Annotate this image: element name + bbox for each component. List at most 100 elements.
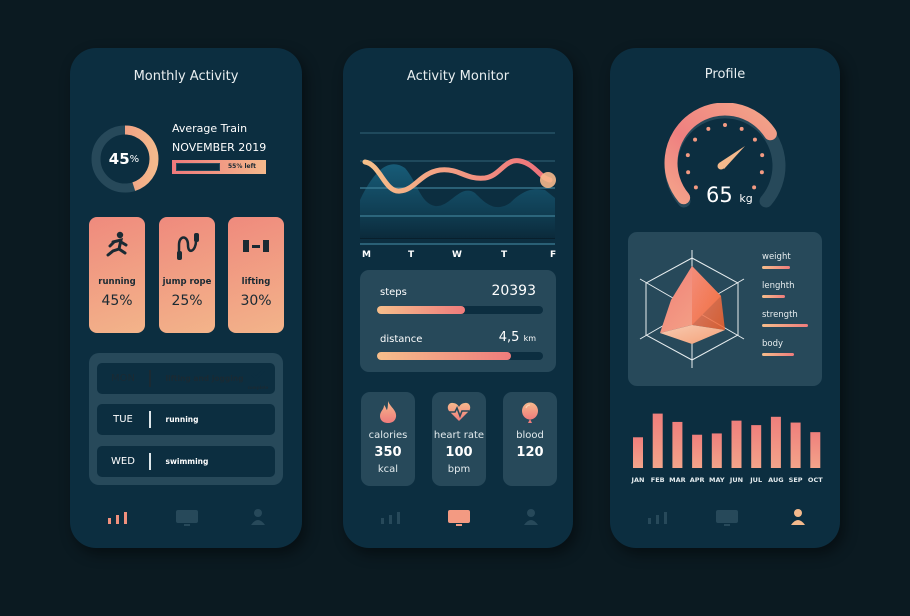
schedule-row-tue[interactable]: TUE running <box>97 404 275 435</box>
legend-bar <box>762 324 808 327</box>
stat-unit: bpm <box>447 464 471 475</box>
gauge-tick <box>752 137 757 142</box>
stat-label: blood <box>516 430 544 441</box>
stat-value: 350 <box>374 445 402 460</box>
user-icon <box>524 509 538 525</box>
x-tick-label: JAN <box>631 476 645 484</box>
gauge-tick <box>686 170 691 175</box>
nav-stats-button[interactable] <box>380 508 402 528</box>
distance-value: 4,5 km <box>498 330 536 345</box>
average-progress-fill <box>176 163 220 171</box>
stat-heart-rate[interactable]: heart rate 100 bpm <box>432 392 486 486</box>
stat-label: calories <box>368 430 408 441</box>
bar-mar <box>672 421 683 468</box>
x-tick-label: JUL <box>749 476 762 484</box>
blood-drop-icon <box>522 402 538 423</box>
steps-label: steps <box>380 287 407 298</box>
x-tick-label: JUN <box>729 476 743 484</box>
tile-lifting[interactable]: lifting 30% <box>228 217 284 333</box>
schedule-activity: running <box>165 415 199 424</box>
average-period: NOVEMBER 2019 <box>172 141 267 154</box>
gauge-tick <box>706 126 711 131</box>
page-title: Monthly Activity <box>133 69 239 84</box>
tile-jump-rope[interactable]: jump rope 25% <box>159 217 215 333</box>
bar-oct <box>810 432 821 468</box>
profile-screen: Profile 65 kg weight lenghth strength body … <box>610 48 840 548</box>
tile-running[interactable]: running 45% <box>89 217 145 333</box>
nav-profile-button[interactable] <box>250 508 266 528</box>
legend-bar <box>762 266 790 269</box>
x-tick-label: MAY <box>709 476 725 484</box>
area-series <box>360 164 555 238</box>
checkmark-icon <box>250 368 266 381</box>
legend-label: body <box>762 339 784 349</box>
page-title: Profile <box>704 67 746 82</box>
radar-area-right <box>692 266 725 330</box>
running-icon <box>89 231 145 261</box>
monthly-activity-screen: Monthly Activity 45% Average Train NOVEM… <box>70 48 302 548</box>
x-tick-label: F <box>550 250 557 260</box>
stat-blood[interactable]: blood 120 <box>503 392 557 486</box>
distance-progress-bar <box>377 352 543 360</box>
x-axis-labels: M T W T F <box>360 250 560 262</box>
monitor-icon <box>176 510 198 526</box>
bar-jun <box>731 420 742 468</box>
gauge-tick <box>723 123 727 127</box>
stat-calories[interactable]: calories 350 kcal <box>361 392 415 486</box>
radar-legend-item: body <box>762 339 818 356</box>
bar-chart-icon <box>648 512 667 524</box>
stat-value: 120 <box>516 445 544 460</box>
legend-label: weight <box>762 252 791 262</box>
x-tick-label: T <box>408 250 415 260</box>
schedule-row-mon[interactable]: MON lifting and jogging complete <box>97 363 275 394</box>
schedule-day: WED <box>111 456 135 467</box>
nav-monitor-button[interactable] <box>716 508 738 528</box>
divider <box>149 370 151 387</box>
x-tick-label: OCT <box>808 476 823 484</box>
schedule-day: MON <box>111 373 135 384</box>
divider <box>149 411 151 428</box>
heart-rate-icon <box>447 402 471 421</box>
schedule-activity: lifting and jogging <box>165 374 244 383</box>
page-title: Activity Monitor <box>406 69 510 84</box>
x-tick-label: APR <box>690 476 705 484</box>
stat-value: 100 <box>445 445 473 460</box>
gauge-tick <box>693 137 698 142</box>
x-tick-label: W <box>452 250 462 260</box>
nav-monitor-button[interactable] <box>448 508 470 528</box>
nav-stats-button[interactable] <box>647 508 669 528</box>
tile-value: 25% <box>171 293 203 309</box>
radar-legend-item: weight <box>762 252 818 269</box>
gauge-tick <box>760 153 765 158</box>
gauge-tick <box>759 170 764 175</box>
bar-chart-icon <box>381 512 400 524</box>
bottom-nav <box>70 508 302 528</box>
radar-legend-item: lenghth <box>762 281 818 298</box>
nav-stats-button[interactable] <box>107 508 129 528</box>
nav-monitor-button[interactable] <box>176 508 198 528</box>
activity-line-chart <box>360 132 556 245</box>
complete-badge: complete <box>247 366 269 390</box>
tile-value: 45% <box>101 293 133 309</box>
monitor-icon <box>448 510 470 526</box>
bottom-nav <box>610 508 840 528</box>
schedule-activity: swimming <box>165 457 209 466</box>
gauge-tick <box>693 185 698 190</box>
user-icon <box>251 509 265 525</box>
legend-bar <box>762 353 795 356</box>
schedule-list: MON lifting and jogging complete TUE run… <box>89 353 283 485</box>
x-tick-label: T <box>501 250 508 260</box>
schedule-row-wed[interactable]: WED swimming <box>97 446 275 477</box>
x-tick-label: SEP <box>789 476 803 484</box>
nav-profile-button[interactable] <box>523 508 539 528</box>
x-tick-label: M <box>362 250 371 260</box>
bar-feb <box>652 413 663 468</box>
average-progress-bar: 55% left <box>172 160 266 174</box>
tile-label: lifting <box>241 277 271 287</box>
nav-profile-button[interactable] <box>790 508 806 528</box>
current-point[interactable] <box>540 172 556 188</box>
monitor-icon <box>716 510 738 526</box>
bar-may <box>711 433 722 468</box>
gauge-tick <box>739 126 744 131</box>
legend-label: strength <box>762 310 798 320</box>
